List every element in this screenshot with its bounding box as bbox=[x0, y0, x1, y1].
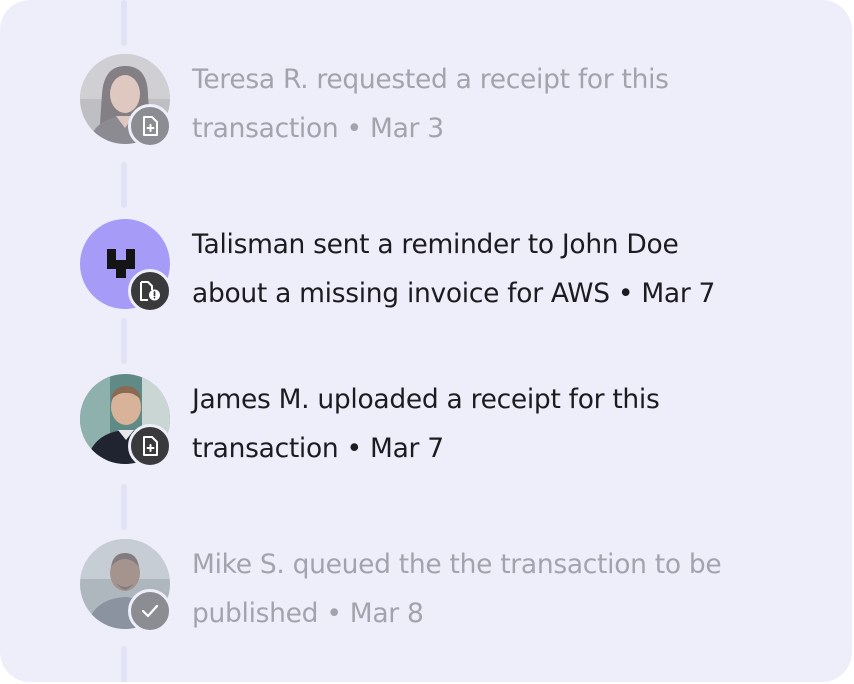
avatar-group bbox=[80, 219, 172, 313]
activity-message: Teresa R. requested a receipt for this t… bbox=[192, 64, 669, 144]
file-plus-icon bbox=[128, 424, 172, 468]
activity-item-mike: Mike S. queued the the transaction to be… bbox=[80, 539, 792, 638]
separator: • bbox=[617, 278, 634, 309]
avatar-group bbox=[80, 54, 172, 148]
activity-date: Mar 7 bbox=[641, 278, 716, 309]
activity-date: Mar 7 bbox=[370, 433, 444, 464]
activity-message: Mike S. queued the the transaction to be… bbox=[192, 549, 722, 629]
activity-timeline-card: Teresa R. requested a receipt for this t… bbox=[0, 0, 852, 682]
timeline-line bbox=[121, 484, 127, 530]
activity-message: Talisman sent a reminder to John Doe abo… bbox=[192, 229, 716, 309]
timeline-line bbox=[121, 162, 127, 208]
activity-item-james: James M. uploaded a receipt for this tra… bbox=[80, 374, 792, 473]
avatar-group bbox=[80, 539, 172, 633]
file-plus-icon bbox=[128, 104, 172, 148]
separator: • bbox=[346, 113, 363, 144]
activity-message: James M. uploaded a receipt for this tra… bbox=[192, 384, 660, 464]
separator: • bbox=[326, 598, 342, 629]
activity-date: Mar 8 bbox=[349, 598, 424, 629]
avatar-group bbox=[80, 374, 172, 468]
activity-date: Mar 3 bbox=[370, 113, 444, 144]
timeline-line bbox=[121, 0, 127, 46]
activity-item-talisman: Talisman sent a reminder to John Doe abo… bbox=[80, 219, 792, 318]
check-icon bbox=[128, 589, 172, 633]
timeline-line bbox=[121, 646, 127, 682]
separator: • bbox=[346, 433, 363, 464]
activity-item-teresa: Teresa R. requested a receipt for this t… bbox=[80, 54, 792, 153]
timeline-line bbox=[121, 318, 127, 364]
file-alert-icon bbox=[128, 269, 172, 313]
